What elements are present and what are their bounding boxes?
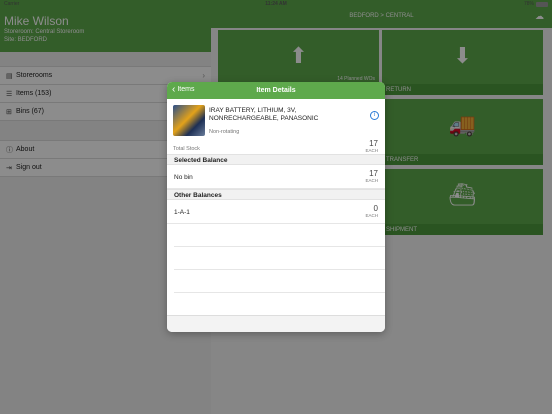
other-balances-heading: Other Balances [167, 189, 385, 200]
cloud-sync-icon[interactable]: ☁ [535, 11, 544, 22]
balance-qty: 17 EACH [365, 169, 378, 184]
qty-unit: EACH [365, 148, 378, 153]
battery-icon [536, 2, 548, 7]
item-summary: IRAY BATTERY, LITHIUM, 3V, NONRECHARGEAB… [167, 99, 385, 139]
sidebar-item-label: Items (153) [16, 90, 52, 97]
empty-row [174, 293, 385, 316]
battery-percent: 78% [523, 1, 534, 7]
tile-label: SHIPMENT [386, 227, 418, 233]
total-stock-label: Total Stock [173, 146, 200, 152]
storeroom-label: Storeroom: Central Storeroom [4, 29, 85, 35]
receive-icon: ⬆ [289, 43, 308, 68]
total-stock-row: Total Stock 17 EACH [167, 139, 385, 154]
modal-nav-bar: ‹ Items Item Details [167, 82, 385, 99]
selected-balance-heading: Selected Balance [167, 154, 385, 165]
clock: 11:24 AM [265, 1, 287, 7]
balance-row[interactable]: No bin 17 EACH [167, 165, 385, 189]
empty-row [174, 247, 385, 270]
modal-footer [167, 315, 385, 332]
balance-qty: 0 EACH [365, 204, 378, 219]
breadcrumb: BEDFORD > CENTRAL [349, 13, 414, 19]
qty-value: 17 [369, 139, 378, 148]
truck-icon: 🚚 [448, 112, 477, 138]
bin-label: No bin [174, 174, 193, 181]
sidebar-item-label: Storerooms [16, 72, 53, 79]
tile-label: TRANSFER [386, 157, 419, 163]
item-details-modal: ‹ Items Item Details IRAY BATTERY, LITHI… [167, 82, 385, 332]
item-thumbnail [173, 105, 205, 136]
qty-value: 17 [369, 169, 378, 178]
sidebar-item-label: About [16, 146, 35, 153]
qty-unit: EACH [365, 178, 378, 183]
list-icon: ☰ [6, 90, 13, 98]
empty-row [174, 270, 385, 293]
sign-out-icon: ⇥ [6, 164, 12, 172]
tile-label: RETURN [386, 87, 411, 93]
modal-title: Item Details [256, 87, 296, 94]
status-bar: Carrier 11:24 AM 78% [0, 0, 552, 8]
qty-unit: EACH [365, 213, 378, 218]
chevron-right-icon: › [202, 71, 205, 80]
tile-transfer[interactable]: 🚚 TRANSFER [382, 99, 543, 165]
item-description: IRAY BATTERY, LITHIUM, 3V, NONRECHARGEAB… [209, 107, 319, 122]
sidebar-item-label: Sign out [16, 164, 42, 171]
user-name: Mike Wilson [4, 14, 69, 28]
site-label: Site: BEDFORD [4, 37, 48, 43]
empty-row [174, 224, 385, 247]
info-icon[interactable]: i [370, 111, 379, 120]
bin-label: 1-A-1 [174, 209, 190, 216]
return-icon: ⬇ [453, 43, 472, 68]
rotation-status: Non-rotating [209, 129, 240, 135]
info-icon: ⓘ [6, 146, 13, 154]
total-stock-qty: 17 EACH [365, 139, 378, 154]
tile-return[interactable]: ⬇ RETURN [382, 30, 543, 95]
storeroom-icon: ▤ [6, 72, 13, 80]
sidebar-item-label: Bins (67) [16, 108, 45, 115]
bins-icon: ⊞ [6, 108, 12, 116]
qty-value: 0 [373, 204, 378, 213]
balance-row[interactable]: 1-A-1 0 EACH [167, 200, 385, 224]
ship-icon: ⛴ [448, 182, 477, 208]
tile-shipment[interactable]: ⛴ SHIPMENT [382, 169, 543, 235]
